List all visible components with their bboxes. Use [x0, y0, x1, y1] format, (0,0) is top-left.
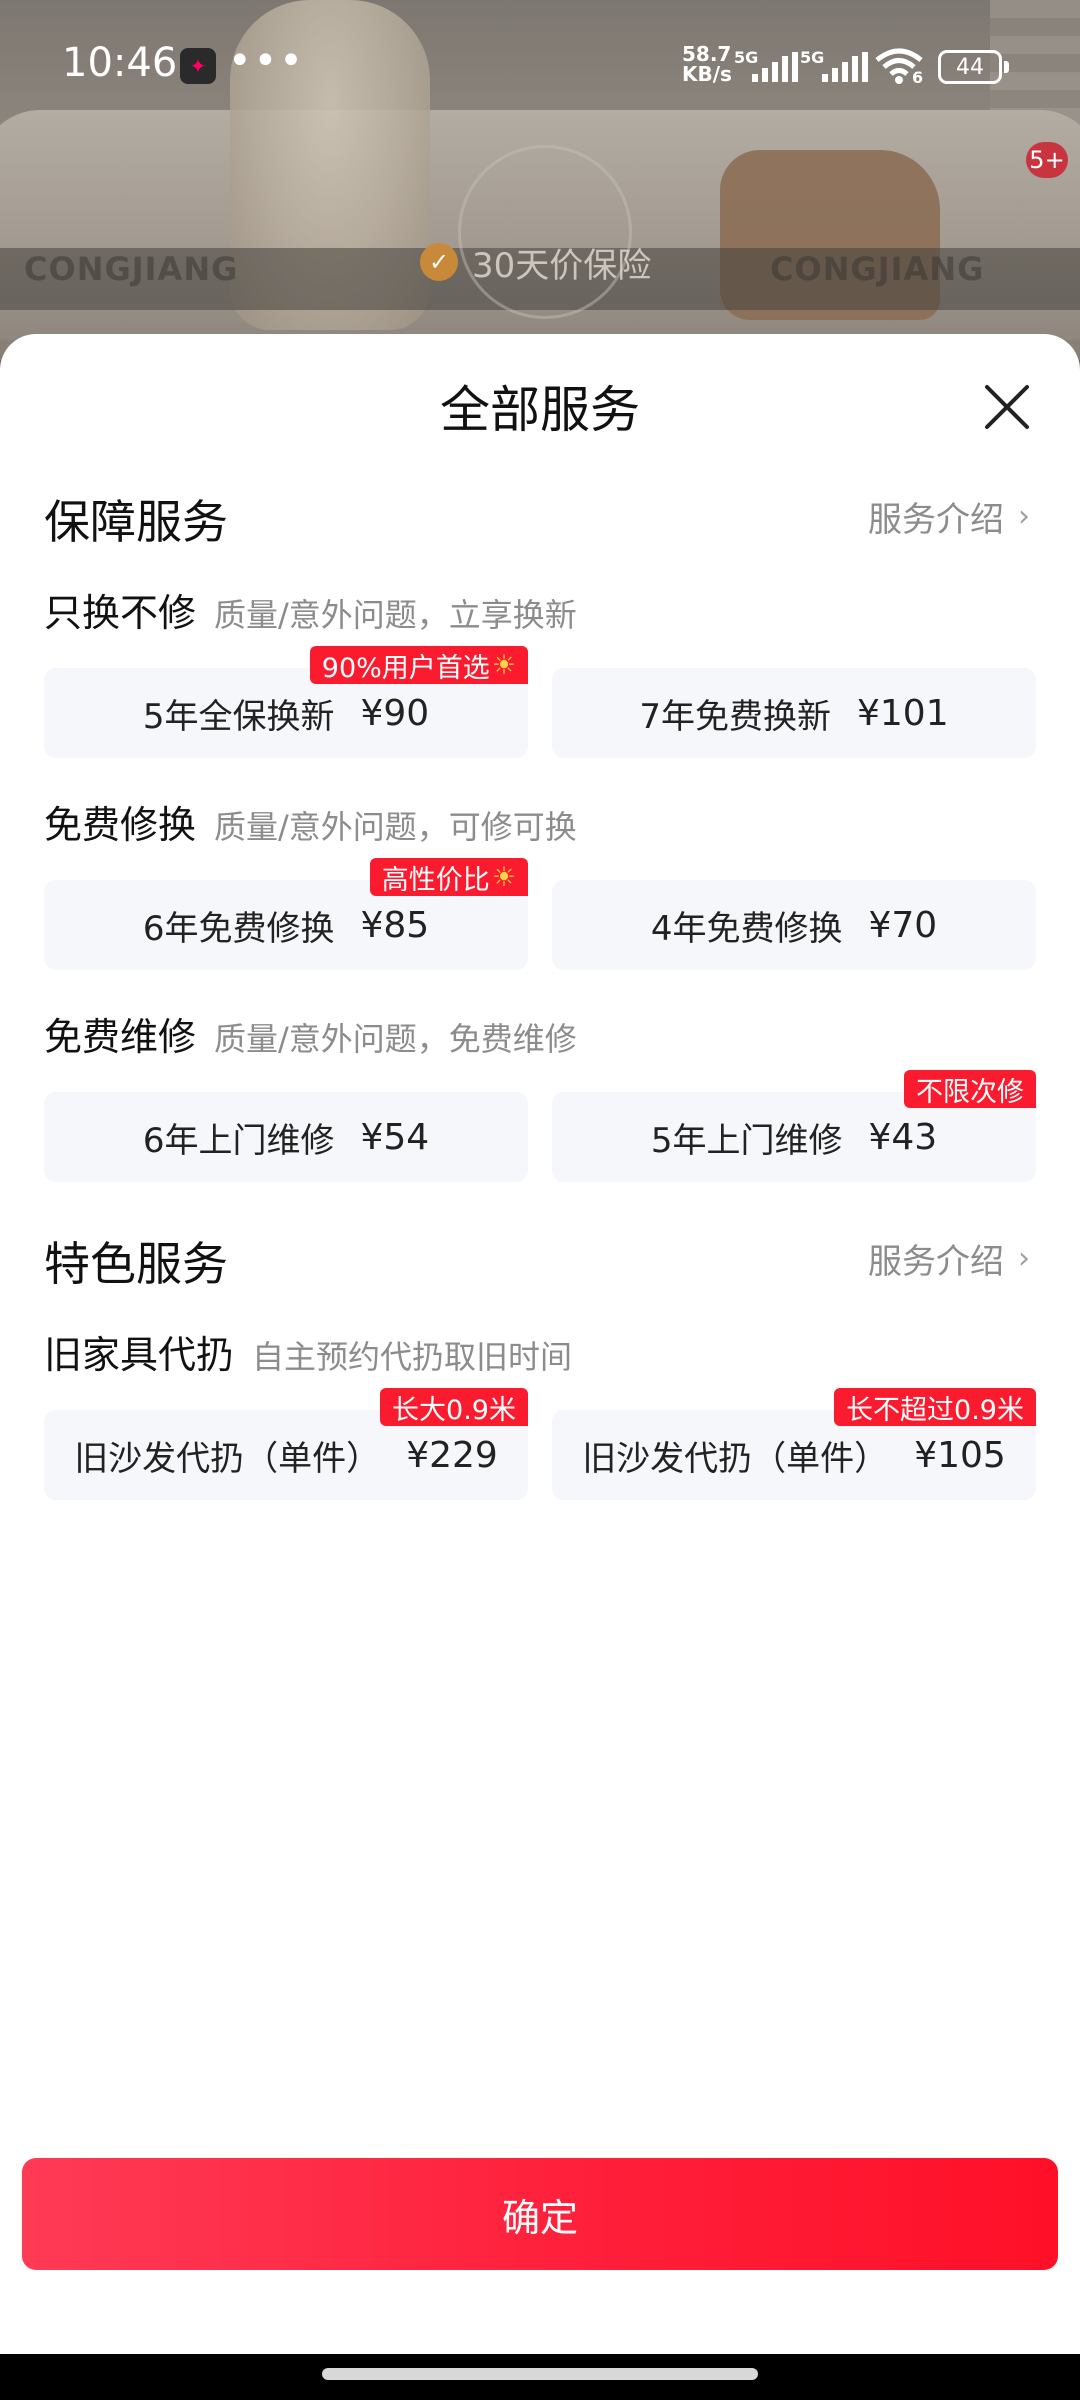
option-label: 5年全保换新: [142, 696, 335, 737]
service-option-5yr-onsite-repair[interactable]: 5年上门维修 ¥43 不限次修: [552, 1070, 1036, 1182]
sun-icon: ☀: [491, 649, 516, 681]
badge-label: 90%用户首选: [321, 652, 490, 684]
group-description: 质量/意外问题，立享换新: [214, 596, 577, 634]
group-title-replace-only: 只换不修 质量/意外问题，立享换新: [44, 582, 577, 637]
size-badge: 长大0.9米: [380, 1388, 528, 1426]
badge-label: 高性价比: [381, 864, 490, 896]
close-icon[interactable]: [982, 382, 1032, 432]
size-badge: 长不超过0.9米: [834, 1388, 1036, 1426]
service-intro-link[interactable]: 服务介绍 ›: [868, 492, 1030, 541]
featured-service-intro-link[interactable]: 服务介绍 ›: [868, 1234, 1030, 1283]
option-price: ¥101: [857, 692, 949, 734]
option-price: ¥229: [406, 1434, 498, 1476]
image-count-badge: 5+: [1026, 142, 1068, 178]
group-description: 质量/意外问题，免费维修: [214, 1020, 577, 1058]
confirm-button[interactable]: 确定: [22, 2158, 1058, 2270]
chevron-right-icon: ›: [1018, 499, 1030, 534]
sim2-network-type: 5G: [800, 48, 825, 67]
option-label: 4年免费修换: [650, 908, 843, 949]
section-title-protection: 保障服务: [44, 495, 228, 549]
recommend-badge: 90%用户首选 ☀: [309, 646, 528, 684]
group-name: 免费维修: [44, 1015, 197, 1059]
status-bar: 10:46 ✦ ••• 58.7 KB/s 5G 5G 6 44: [0, 0, 1080, 130]
price-protection-label: 30天价保险: [472, 245, 652, 286]
service-option-sofa-disposal-large[interactable]: 旧沙发代扔（单件） ¥229 长大0.9米: [44, 1388, 528, 1500]
option-price: ¥105: [914, 1434, 1006, 1476]
group-title-free-repair: 免费维修 质量/意外问题，免费维修: [44, 1006, 577, 1061]
unlimited-repair-badge: 不限次修: [904, 1070, 1036, 1108]
section-title-featured: 特色服务: [44, 1237, 228, 1291]
more-notifications-icon: •••: [228, 38, 305, 84]
option-price: ¥54: [360, 1116, 430, 1158]
service-option-sofa-disposal-small[interactable]: 旧沙发代扔（单件） ¥105 长不超过0.9米: [552, 1388, 1036, 1500]
option-label: 6年免费修换: [142, 908, 335, 949]
option-label: 旧沙发代扔（单件）: [582, 1438, 889, 1479]
group-name: 免费修换: [44, 803, 197, 847]
service-intro-label: 服务介绍: [868, 500, 1004, 540]
option-label: 7年免费换新: [639, 696, 831, 737]
sun-icon: ☀: [491, 861, 516, 893]
service-option-5yr-full-replace[interactable]: 5年全保换新 ¥90 90%用户首选 ☀: [44, 646, 528, 758]
group-name: 旧家具代扔: [44, 1333, 235, 1377]
brand-watermark-right: CONGJIANG: [770, 250, 985, 288]
home-indicator[interactable]: [322, 2368, 758, 2380]
sim2-signal-icon: [822, 52, 868, 82]
service-option-7yr-free-replace[interactable]: 7年免费换新 ¥101: [552, 668, 1036, 758]
navigation-bar: [0, 2354, 1080, 2400]
option-price: ¥43: [868, 1116, 938, 1158]
option-price: ¥90: [360, 692, 430, 734]
brand-watermark-left: CONGJIANG: [24, 250, 239, 288]
option-price: ¥70: [868, 904, 938, 946]
sim1-signal-icon: [752, 52, 798, 82]
all-services-sheet: 全部服务 保障服务 服务介绍 › 只换不修 质量/意外问题，立享换新 5年全保换…: [0, 334, 1080, 2354]
group-name: 只换不修: [44, 591, 197, 635]
sheet-title: 全部服务: [440, 381, 640, 439]
service-option-4yr-repair-replace[interactable]: 4年免费修换 ¥70: [552, 880, 1036, 970]
price-protection-tag: ✓ 30天价保险: [420, 236, 651, 288]
group-title-old-furniture-disposal: 旧家具代扔 自主预约代扔取旧时间: [44, 1324, 572, 1379]
check-icon: ✓: [420, 243, 458, 281]
service-option-6yr-onsite-repair[interactable]: 6年上门维修 ¥54: [44, 1092, 528, 1182]
service-intro-label: 服务介绍: [868, 1242, 1004, 1282]
group-description: 自主预约代扔取旧时间: [252, 1338, 573, 1376]
network-speed-unit: KB/s: [682, 62, 732, 86]
group-title-repair-or-replace: 免费修换 质量/意外问题，可修可换: [44, 794, 577, 849]
service-option-6yr-repair-replace[interactable]: 6年免费修换 ¥85 高性价比 ☀: [44, 858, 528, 970]
wifi-level: 6: [912, 68, 924, 87]
option-label: 6年上门维修: [142, 1120, 335, 1161]
option-label: 5年上门维修: [650, 1120, 843, 1161]
network-speed: 58.7 KB/s: [682, 44, 732, 84]
play-circle-icon: [458, 145, 632, 319]
recorder-app-icon: ✦: [180, 48, 216, 84]
value-badge: 高性价比 ☀: [369, 858, 528, 896]
chevron-right-icon: ›: [1018, 1241, 1030, 1276]
battery-icon: 44: [938, 50, 1009, 84]
option-price: ¥85: [360, 904, 430, 946]
group-description: 质量/意外问题，可修可换: [214, 808, 577, 846]
option-label: 旧沙发代扔（单件）: [74, 1438, 381, 1479]
status-time: 10:46: [62, 40, 178, 86]
